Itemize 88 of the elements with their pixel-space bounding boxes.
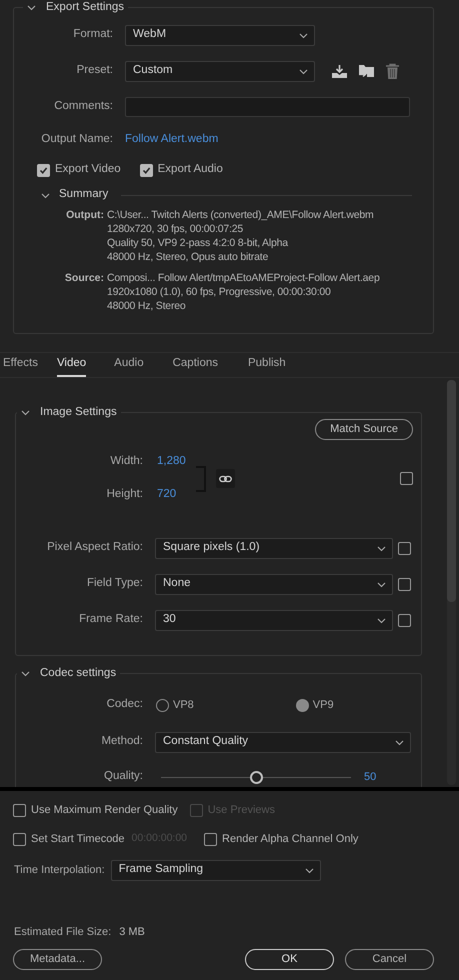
checkbox[interactable] bbox=[398, 614, 411, 626]
time-interpolation-dropdown[interactable]: Frame Sampling bbox=[110, 860, 321, 880]
match-source-button[interactable]: Match Source bbox=[315, 419, 413, 440]
field-label: Format: bbox=[72, 27, 113, 42]
chevron-down-icon[interactable] bbox=[299, 66, 308, 76]
checkbox[interactable] bbox=[204, 832, 218, 846]
format-dropdown[interactable]: WebM bbox=[125, 24, 315, 46]
summary-text: Composi... Follow Alert/tmpAEtoAMEProject-Follow Alert.aep bbox=[107, 271, 380, 285]
chevron-down-icon[interactable] bbox=[395, 738, 404, 746]
checkbox[interactable] bbox=[400, 472, 413, 485]
radio-label: VP9 bbox=[312, 698, 334, 713]
dialog-button[interactable]: Cancel bbox=[345, 948, 434, 970]
field-label: Quality: bbox=[103, 769, 143, 784]
tab[interactable]: Audio bbox=[114, 353, 144, 377]
dropdown[interactable]: None bbox=[155, 574, 393, 594]
scrollbar-track[interactable] bbox=[447, 380, 456, 785]
field-label: Field Type: bbox=[86, 576, 143, 592]
summary-label: Source: bbox=[64, 271, 104, 286]
summary-text: 1280x720, 30 fps, 00:00:07:25 bbox=[107, 222, 244, 236]
field-label: Comments: bbox=[53, 99, 113, 114]
tab[interactable]: Video bbox=[56, 353, 86, 377]
summary-text: C:\User... Twitch Alerts (converted)_AME\Follow Alert.webm bbox=[107, 208, 374, 222]
checkbox-label: Set Start Timecode bbox=[31, 832, 125, 847]
output-name-link[interactable]: Follow Alert.webm bbox=[125, 131, 218, 149]
trash-icon[interactable] bbox=[385, 62, 400, 80]
quality-value[interactable]: 50 bbox=[364, 768, 376, 786]
summary-text: 1920x1080 (1.0), 60 fps, Progressive, 00:00:30:00 bbox=[107, 285, 332, 299]
radio-label: VP8 bbox=[173, 698, 194, 713]
slider-track[interactable] bbox=[161, 770, 351, 784]
dimension-value[interactable]: 720 bbox=[157, 486, 197, 504]
chevron-down-icon[interactable] bbox=[299, 30, 308, 40]
checkbox-label: Render Alpha Channel Only bbox=[222, 832, 358, 847]
section-title: Export Settings bbox=[46, 0, 124, 14]
save-preset-icon[interactable] bbox=[331, 64, 348, 78]
checkbox[interactable] bbox=[13, 832, 26, 846]
preset-dropdown[interactable]: Custom bbox=[125, 60, 315, 82]
checkbox-label: Use Maximum Render Quality bbox=[31, 802, 178, 818]
file-size-value: 3 MB bbox=[119, 924, 145, 940]
chevron-down-icon[interactable] bbox=[304, 866, 314, 874]
field-label: Estimated File Size: bbox=[14, 924, 112, 940]
summary-label: Output: bbox=[65, 208, 104, 223]
field-label: Time Interpolation: bbox=[13, 862, 105, 878]
section-title: Codec settings bbox=[40, 666, 116, 680]
checkbox-label: Export Audio bbox=[158, 162, 223, 178]
checkmark-icon bbox=[39, 166, 48, 174]
comments-field[interactable] bbox=[125, 97, 410, 117]
collapse-chevron-icon[interactable] bbox=[27, 2, 36, 12]
dialog-button[interactable]: OK bbox=[245, 948, 334, 970]
tab[interactable]: Effects bbox=[3, 353, 38, 377]
radio-button[interactable] bbox=[156, 698, 169, 712]
radio-button[interactable] bbox=[296, 698, 309, 712]
checkbox[interactable] bbox=[398, 542, 411, 554]
link-icon[interactable] bbox=[216, 469, 235, 488]
checkbox[interactable] bbox=[140, 164, 153, 176]
summary-text: 48000 Hz, Stereo bbox=[107, 299, 187, 313]
section-title: Summary bbox=[59, 187, 108, 202]
collapse-chevron-icon[interactable] bbox=[21, 408, 30, 416]
dropdown[interactable]: 30 bbox=[155, 610, 393, 630]
field-label: Pixel Aspect Ratio: bbox=[46, 540, 143, 556]
checkmark-icon bbox=[142, 166, 151, 174]
field-label: Method: bbox=[100, 734, 143, 750]
tab[interactable]: Captions bbox=[172, 353, 218, 377]
checkbox[interactable] bbox=[13, 804, 26, 816]
collapse-chevron-icon[interactable] bbox=[21, 668, 30, 678]
field-label: Preset: bbox=[76, 63, 113, 78]
field-label: Codec: bbox=[106, 697, 143, 712]
chevron-down-icon[interactable] bbox=[377, 544, 386, 552]
field-label: Output Name: bbox=[40, 132, 113, 148]
summary-text: 48000 Hz, Stereo, Opus auto bitrate bbox=[107, 250, 270, 264]
checkbox[interactable] bbox=[37, 164, 50, 176]
dialog-button[interactable]: Metadata... bbox=[13, 948, 102, 970]
tab[interactable]: Publish bbox=[248, 353, 286, 377]
collapse-chevron-icon[interactable] bbox=[41, 190, 50, 200]
section-title: Image Settings bbox=[40, 405, 117, 419]
checkbox-label: Export Video bbox=[55, 162, 121, 178]
chevron-down-icon[interactable] bbox=[377, 616, 386, 624]
dropdown[interactable]: Square pixels (1.0) bbox=[155, 538, 393, 558]
slider-thumb[interactable] bbox=[250, 770, 263, 784]
summary-text: Quality 50, VP9 2-pass 4:2:0 8-bit, Alpha bbox=[107, 236, 290, 250]
field-label: Width: bbox=[109, 454, 143, 470]
method-dropdown[interactable]: Constant Quality bbox=[155, 732, 411, 752]
field-label: Height: bbox=[106, 487, 143, 502]
chevron-down-icon[interactable] bbox=[377, 580, 386, 588]
dimension-value[interactable]: 1,280 bbox=[157, 453, 197, 471]
checkbox[interactable] bbox=[398, 578, 411, 590]
field-label: Frame Rate: bbox=[78, 612, 143, 628]
scrollbar-thumb[interactable] bbox=[447, 380, 456, 602]
import-preset-icon[interactable] bbox=[358, 63, 375, 79]
